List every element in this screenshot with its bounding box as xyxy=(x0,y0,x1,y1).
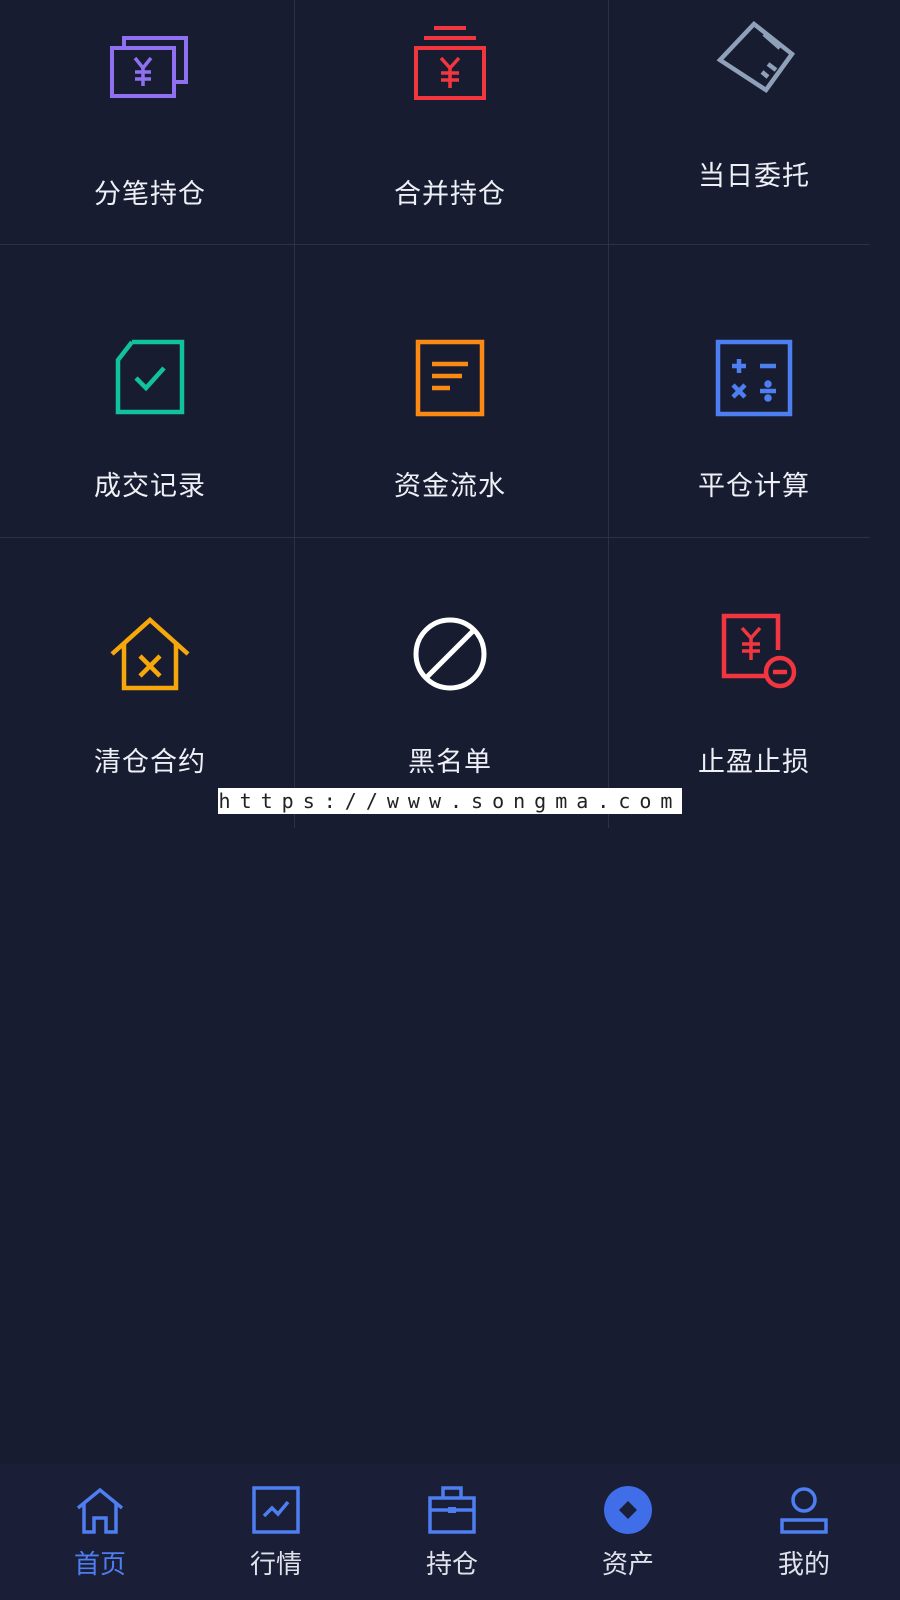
fund-flow-icon xyxy=(402,330,498,426)
profile-icon xyxy=(780,1487,828,1534)
grid-item-today-order[interactable]: 当日委托 xyxy=(604,0,900,276)
grid-item-stop-profit-loss[interactable]: 止盈止损 xyxy=(604,552,900,828)
grid-item-trade-record[interactable]: 成交记录 xyxy=(0,276,300,552)
blacklist-icon xyxy=(402,606,498,702)
tab-assets[interactable]: 资产 xyxy=(540,1464,716,1600)
grid-item-label: 平仓计算 xyxy=(698,471,810,502)
trade-record-icon xyxy=(102,330,198,426)
grid-item-label: 资金流水 xyxy=(394,471,506,502)
tab-label: 首页 xyxy=(73,1550,126,1580)
grid-item-label: 成交记录 xyxy=(94,471,206,502)
tab-market[interactable]: 行情 xyxy=(188,1464,364,1600)
tab-label: 资产 xyxy=(601,1550,654,1580)
function-grid: 分笔持仓 合并持仓 当日委托 成交记录 资金流水 平仓计算 清仓合约 黑名单 止… xyxy=(0,0,900,828)
assets-icon xyxy=(604,1486,652,1534)
grid-item-close-calculator[interactable]: 平仓计算 xyxy=(604,276,900,552)
home-icon xyxy=(76,1487,124,1534)
briefcase-icon xyxy=(428,1486,476,1534)
grid-item-label: 清仓合约 xyxy=(94,747,206,778)
grid-item-merged-position[interactable]: 合并持仓 xyxy=(300,0,600,276)
watermark-text: https://www.songma.com xyxy=(218,788,682,814)
grid-item-label: 分笔持仓 xyxy=(94,179,206,210)
grid-item-split-position[interactable]: 分笔持仓 xyxy=(0,0,300,276)
grid-item-label: 当日委托 xyxy=(698,161,810,192)
tab-label: 行情 xyxy=(249,1550,302,1580)
grid-item-label: 合并持仓 xyxy=(394,179,506,210)
grid-item-label: 止盈止损 xyxy=(698,747,810,778)
tab-profile[interactable]: 我的 xyxy=(716,1464,892,1600)
tab-home[interactable]: 首页 xyxy=(12,1464,188,1600)
clear-contract-icon xyxy=(102,606,198,702)
grid-item-fund-flow[interactable]: 资金流水 xyxy=(300,276,600,552)
merged-position-icon xyxy=(402,20,498,116)
calculator-icon xyxy=(706,330,802,426)
grid-item-label: 黑名单 xyxy=(408,747,492,778)
grid-item-clear-contract[interactable]: 清仓合约 xyxy=(0,552,300,828)
tab-positions[interactable]: 持仓 xyxy=(364,1464,540,1600)
stop-profit-loss-icon xyxy=(706,606,802,702)
split-position-icon xyxy=(102,20,198,116)
bottom-tab-bar: 首页 行情 持仓 资产 我的 xyxy=(0,1464,900,1600)
tab-label: 我的 xyxy=(777,1550,830,1580)
grid-item-blacklist[interactable]: 黑名单 xyxy=(300,552,600,828)
market-chart-icon xyxy=(252,1486,300,1534)
today-order-icon xyxy=(706,8,802,104)
tab-label: 持仓 xyxy=(425,1550,478,1580)
